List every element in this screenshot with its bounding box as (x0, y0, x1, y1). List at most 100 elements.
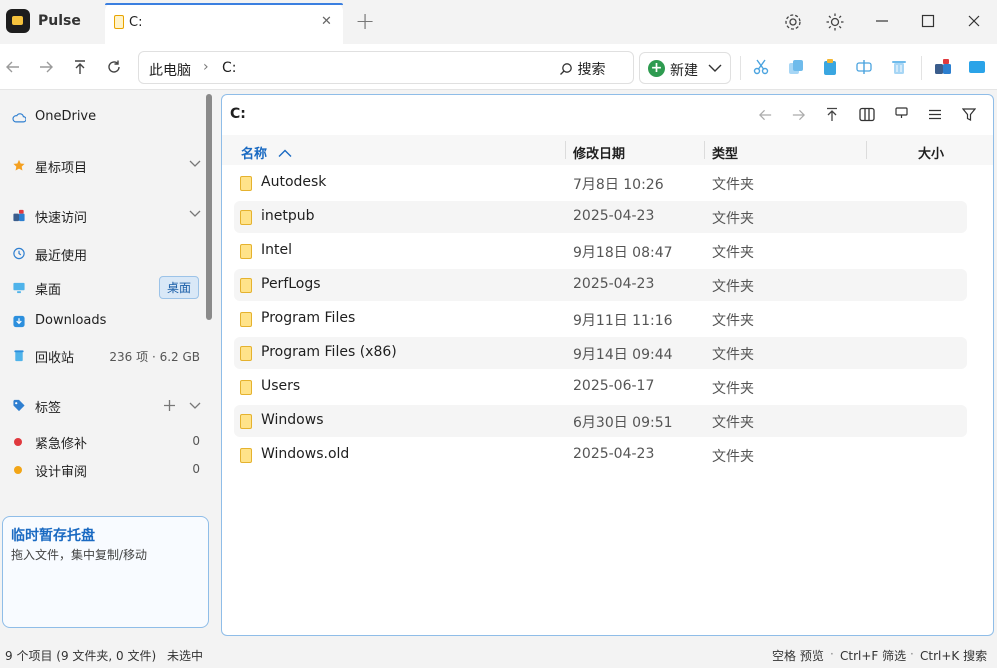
table-row[interactable]: Windows.old 2025-04-23 文件夹 (234, 439, 967, 471)
table-row[interactable]: PerfLogs 2025-04-23 文件夹 (234, 269, 967, 301)
sidebar-item-onedrive[interactable]: OneDrive (10, 106, 205, 130)
forward-arrow-icon[interactable] (38, 59, 54, 75)
delete-trash-icon[interactable] (890, 58, 908, 76)
column-name-label: 名称 (241, 147, 268, 162)
new-tab-button[interactable]: + (355, 7, 375, 35)
clock-icon (13, 247, 25, 260)
split-view-icon[interactable] (859, 107, 875, 122)
sidebar-item-label: Downloads (35, 313, 107, 328)
theme-sun-icon[interactable] (826, 13, 844, 31)
sidebar-item-recent[interactable]: 最近使用 (10, 242, 205, 266)
tab-close-icon[interactable]: ✕ (321, 14, 332, 29)
table-row[interactable]: Autodesk 7月8日 10:26 文件夹 (234, 167, 967, 199)
file-type: 文件夹 (712, 381, 754, 397)
column-divider[interactable] (866, 141, 867, 159)
download-icon (13, 315, 25, 328)
file-type: 文件夹 (712, 347, 754, 363)
list-view-icon[interactable] (928, 109, 942, 120)
table-row[interactable]: Program Files (x86) 9月14日 09:44 文件夹 (234, 337, 967, 369)
settings-gear-icon[interactable] (784, 13, 802, 31)
breadcrumb-chevron-icon: › (203, 59, 209, 75)
column-date[interactable]: 修改日期 (573, 143, 625, 162)
file-name: Windows.old (261, 446, 350, 462)
pane-forward-icon[interactable] (791, 108, 806, 122)
tag-color-dot (14, 438, 22, 446)
file-name: PerfLogs (261, 276, 321, 292)
new-label: 新建 (670, 63, 698, 79)
table-row[interactable]: Intel 9月18日 08:47 文件夹 (234, 235, 967, 267)
staging-tray[interactable]: 临时暂存托盘 拖入文件，集中复制/移动 (2, 516, 209, 628)
tab-c-drive[interactable]: C: ✕ (105, 3, 343, 44)
chevron-down-icon[interactable] (189, 210, 201, 218)
paste-icon[interactable] (821, 58, 839, 76)
copy-icon[interactable] (787, 58, 805, 76)
status-summary: 9 个项目 (9 文件夹, 0 文件) (5, 649, 157, 663)
up-arrow-icon[interactable] (72, 59, 88, 75)
cut-icon[interactable] (752, 58, 770, 76)
preview-pane-icon[interactable] (895, 107, 908, 119)
close-window-icon[interactable] (966, 13, 982, 29)
chevron-down-icon[interactable] (189, 160, 201, 168)
minimize-icon[interactable] (874, 13, 890, 29)
sidebar-item-recycle-bin[interactable]: 回收站 236 项 · 6.2 GB (10, 344, 205, 368)
search-button[interactable]: 搜索 (559, 59, 605, 79)
file-name: Program Files (261, 310, 356, 326)
sidebar-section-label: 星标项目 (35, 161, 88, 176)
sidebar-tag-item[interactable]: 紧急修补 0 (10, 430, 205, 454)
sidebar-section-tags[interactable]: 标签 (10, 394, 205, 418)
tray-title: 临时暂存托盘 (11, 528, 95, 544)
column-divider[interactable] (704, 141, 705, 159)
sidebar-scrollbar[interactable] (206, 94, 212, 320)
add-tag-plus-icon[interactable] (163, 399, 176, 412)
file-name: Users (261, 378, 301, 394)
tab-active-indicator (105, 3, 343, 5)
pane-back-icon[interactable] (758, 108, 773, 122)
file-date: 6月30日 09:51 (573, 415, 673, 431)
column-name[interactable]: 名称 (241, 143, 292, 162)
address-bar[interactable]: 此电脑 › C: 搜索 (138, 51, 634, 84)
tag-icon (13, 399, 25, 412)
table-row[interactable]: Program Files 9月11日 11:16 文件夹 (234, 303, 967, 335)
table-row[interactable]: Windows 6月30日 09:51 文件夹 (234, 405, 967, 437)
app-logo-icon (6, 9, 30, 33)
sidebar-tag-item[interactable]: 设计审阅 0 (10, 458, 205, 482)
column-type[interactable]: 类型 (712, 143, 738, 162)
column-size[interactable]: 大小 (918, 143, 944, 162)
hint-filter: Ctrl+F 筛选 (840, 649, 907, 663)
chevron-down-icon[interactable] (189, 402, 201, 410)
folder-icon (240, 414, 252, 429)
desktop-badge: 桌面 (158, 276, 199, 299)
properties-icon[interactable] (934, 58, 952, 76)
filter-icon[interactable] (962, 108, 976, 121)
refresh-icon[interactable] (106, 59, 122, 75)
toolbar-divider (740, 56, 741, 80)
maximize-icon[interactable] (920, 13, 936, 29)
sidebar-section-quick-access[interactable]: 快速访问 (10, 204, 205, 228)
sidebar-section-favorites[interactable]: 星标项目 (10, 154, 205, 178)
folder-icon (240, 244, 252, 259)
quick-access-icon (13, 209, 25, 222)
tag-count: 0 (192, 434, 200, 448)
table-row[interactable]: inetpub 2025-04-23 文件夹 (234, 201, 967, 233)
panel-toggle-icon[interactable] (968, 58, 986, 76)
sidebar-item-desktop[interactable]: 桌面 桌面 (10, 276, 205, 300)
sidebar-section-label: 标签 (35, 401, 62, 416)
column-divider[interactable] (565, 141, 566, 159)
table-row[interactable]: Users 2025-06-17 文件夹 (234, 371, 967, 403)
breadcrumb-c-drive[interactable]: C: (222, 60, 237, 76)
breadcrumb-this-pc[interactable]: 此电脑 (149, 60, 191, 80)
rename-icon[interactable] (855, 58, 873, 76)
pane-up-icon[interactable] (825, 107, 839, 122)
status-bar: 9 个项目 (9 文件夹, 0 文件) 未选中 空格 预览 · Ctrl+F 筛… (0, 640, 997, 668)
file-type: 文件夹 (712, 313, 754, 329)
back-arrow-icon[interactable] (5, 59, 21, 75)
cloud-icon (12, 113, 26, 123)
file-name: Windows (261, 412, 324, 428)
sidebar-item-downloads[interactable]: Downloads (10, 310, 205, 334)
new-button[interactable]: + 新建 (639, 52, 731, 84)
folder-icon (240, 278, 252, 293)
file-type: 文件夹 (712, 211, 754, 227)
tray-subtitle: 拖入文件，集中复制/移动 (11, 548, 148, 562)
file-date: 7月8日 10:26 (573, 177, 664, 193)
file-pane: C: 名称 修改日期 类型 大小 Autodesk 7月8日 10:26 文件夹… (221, 94, 994, 636)
